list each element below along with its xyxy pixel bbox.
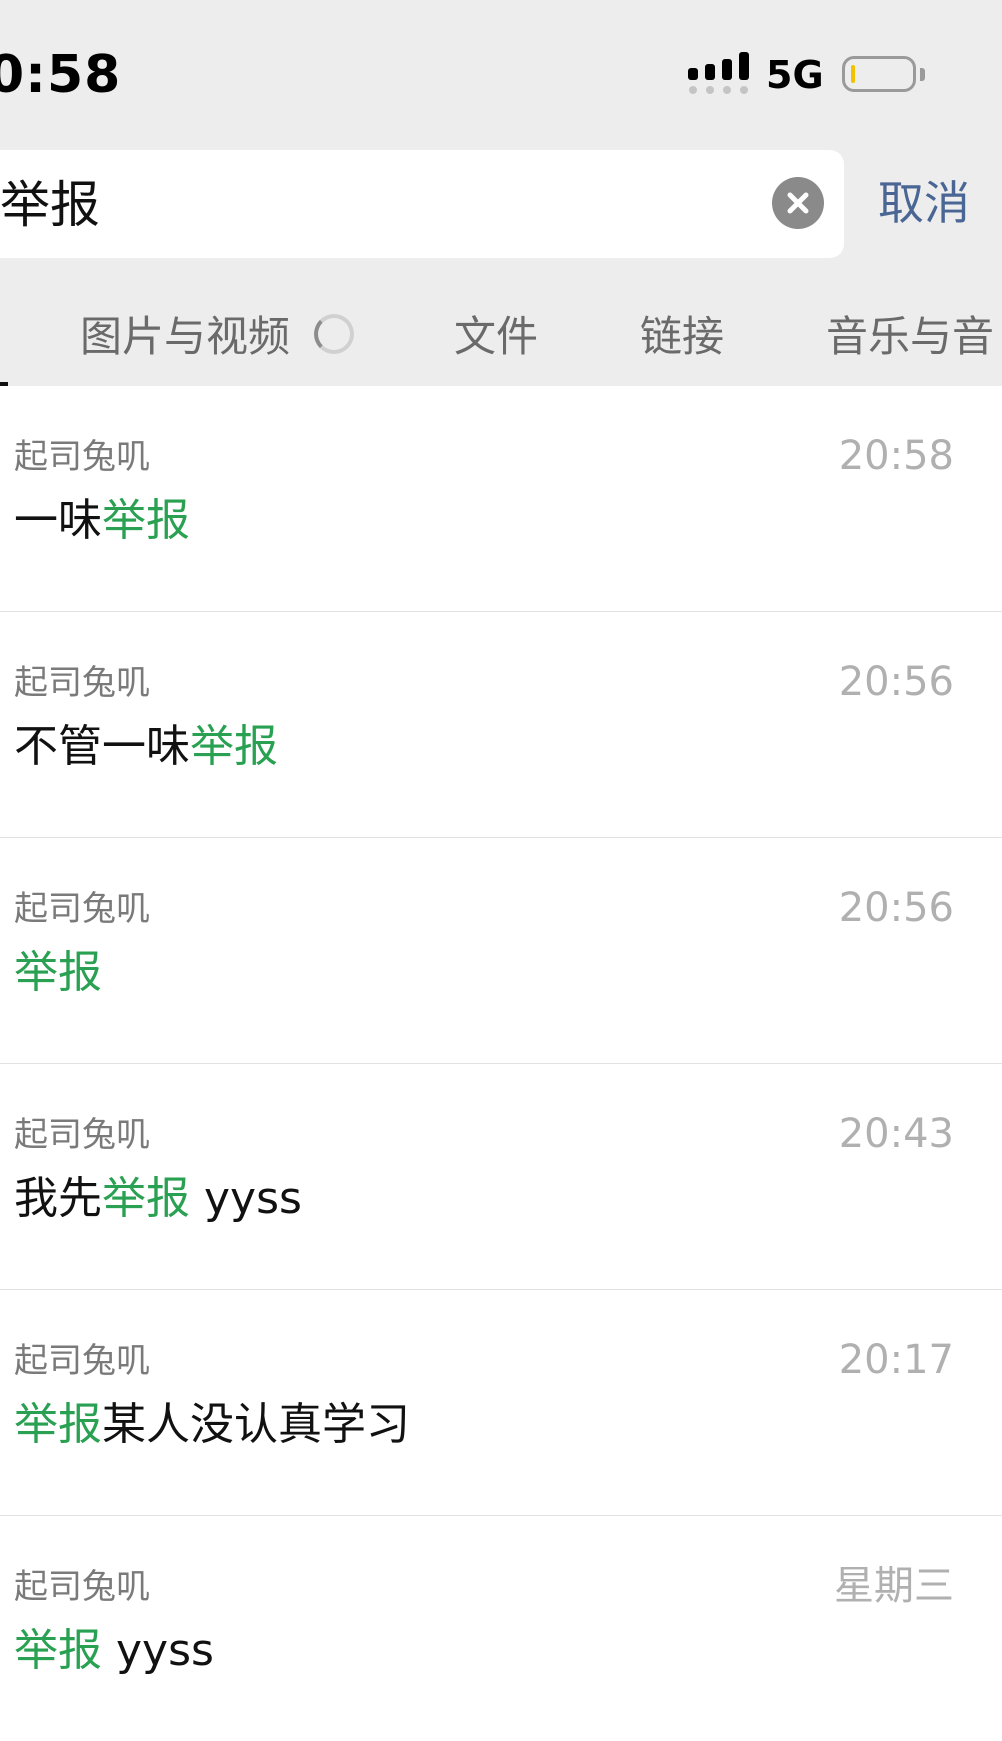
tab-music[interactable]: 音乐与音	[826, 310, 994, 364]
keyword-highlight: 举报	[102, 1173, 190, 1224]
result-row[interactable]: 起司兔叽 20:56 不管一味举报	[0, 612, 1002, 838]
message-time: 20:58	[838, 433, 954, 479]
cancel-button[interactable]: 取消	[878, 173, 970, 233]
message-time: 20:56	[838, 659, 954, 705]
keyword-highlight: 举报	[14, 1399, 102, 1450]
message-time: 20:17	[838, 1337, 954, 1383]
result-row[interactable]: 起司兔叽 20:58 一味举报	[0, 386, 1002, 612]
search-input[interactable]: 举报	[0, 175, 100, 235]
result-row[interactable]: 起司兔叽 20:56 举报	[0, 838, 1002, 1064]
message-suffix: 某人没认真学习	[102, 1399, 410, 1450]
message-prefix: 一味	[14, 495, 102, 546]
keyword-highlight: 举报	[14, 947, 102, 998]
message-text: 一味举报	[14, 493, 190, 549]
result-row[interactable]: 起司兔叽 星期三 举报 yyss	[0, 1516, 1002, 1741]
keyword-highlight: 举报	[190, 721, 278, 772]
search-results-list: 起司兔叽 20:58 一味举报 起司兔叽 20:56 不管一味举报 起司兔叽 2…	[0, 386, 1002, 1741]
sender-name: 起司兔叽	[14, 1341, 150, 1381]
keyword-highlight: 举报	[14, 1625, 102, 1676]
message-text: 举报某人没认真学习	[14, 1397, 410, 1453]
message-prefix: 不管一味	[14, 721, 190, 772]
sender-name: 起司兔叽	[14, 889, 150, 929]
message-prefix: 我先	[14, 1173, 102, 1224]
message-suffix: yyss	[102, 1625, 214, 1676]
message-text: 我先举报 yyss	[14, 1171, 302, 1227]
message-text: 举报 yyss	[14, 1623, 214, 1679]
tab-media[interactable]: 图片与视频	[80, 310, 290, 364]
tab-files[interactable]: 文件	[454, 310, 538, 364]
message-time: 20:43	[838, 1111, 954, 1157]
sender-name: 起司兔叽	[14, 1567, 150, 1607]
cellular-signal-icon	[688, 52, 749, 94]
message-text: 不管一味举报	[14, 719, 278, 775]
result-row[interactable]: 起司兔叽 20:43 我先举报 yyss	[0, 1064, 1002, 1290]
keyword-highlight: 举报	[102, 495, 190, 546]
battery-level	[851, 65, 855, 83]
tab-links[interactable]: 链接	[640, 310, 724, 364]
sender-name: 起司兔叽	[14, 437, 150, 477]
search-input-box[interactable]	[0, 150, 844, 258]
battery-cap	[920, 68, 925, 81]
status-time: 0:58	[0, 45, 122, 105]
result-row[interactable]: 起司兔叽 20:17 举报某人没认真学习	[0, 1290, 1002, 1516]
sender-name: 起司兔叽	[14, 663, 150, 703]
message-suffix: yyss	[190, 1173, 302, 1224]
sender-name: 起司兔叽	[14, 1115, 150, 1155]
message-time: 20:56	[838, 885, 954, 931]
message-time: 星期三	[834, 1563, 954, 1609]
loading-spinner-icon	[314, 314, 354, 354]
network-type: 5G	[766, 53, 824, 97]
battery-low-icon	[842, 56, 916, 92]
clear-x-icon[interactable]	[772, 177, 824, 229]
message-text: 举报	[14, 945, 102, 1001]
